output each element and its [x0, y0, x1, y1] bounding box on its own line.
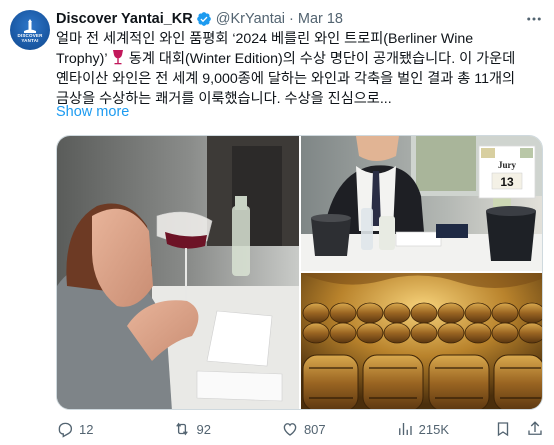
heart-icon — [283, 423, 297, 436]
like-button[interactable]: 807 — [281, 420, 326, 438]
tweet-header: Discover Yantai_KR @KrYantai · Mar 18 — [56, 9, 343, 29]
reply-icon — [58, 422, 73, 438]
header-separator: · — [289, 11, 294, 27]
display-name[interactable]: Discover Yantai_KR — [56, 11, 193, 27]
repost-button[interactable]: 92 — [173, 420, 211, 438]
reply-button[interactable]: 12 — [56, 420, 93, 438]
more-options-icon[interactable] — [524, 9, 544, 29]
action-bar: 12 92 807 215K — [56, 418, 544, 440]
photo-woman-tasting-wine[interactable] — [57, 136, 299, 410]
repost-count: 92 — [196, 421, 211, 437]
views-count: 215K — [418, 421, 450, 437]
handle[interactable]: @KrYantai — [216, 11, 285, 27]
tweet-line: 얼마 전 세계적인 와인 품평회 ‘2024 베를린 와인 트로피(Berlin… — [56, 31, 474, 47]
repost-icon — [176, 422, 189, 436]
show-more-link[interactable]: Show more — [56, 104, 129, 120]
verified-badge-icon — [196, 12, 211, 26]
jury-card-number: 13 — [500, 175, 514, 189]
post-date[interactable]: Mar 18 — [298, 11, 343, 27]
tweet-line-part: 동계 대회(Winter Edition)의 수상 명단이 공개됐습니다. 이 … — [124, 51, 516, 67]
like-count: 807 — [303, 421, 326, 437]
tweet-line: Trophy)’ 동계 대회(Winter Edition)의 수상 명단이 공… — [56, 49, 544, 69]
tweet-line: 옌타이산 와인은 전 세계 9,000종에 달하는 와인과 각축을 벌인 결과 … — [56, 71, 516, 87]
avatar-logo-text: DISCOVER YANTAI — [17, 33, 43, 43]
wine-glass-icon — [112, 50, 123, 65]
lighthouse-logo-icon — [24, 19, 36, 33]
bookmark-button[interactable] — [494, 420, 512, 438]
bookmark-icon — [497, 422, 509, 437]
photo-judge-at-table[interactable]: Jury 13 — [301, 136, 543, 271]
photo-wine-cellar-barrels[interactable] — [301, 273, 543, 410]
share-button[interactable] — [526, 420, 544, 438]
jury-card-title: Jury — [498, 160, 517, 170]
reply-count: 12 — [79, 421, 94, 437]
views-button[interactable]: 215K — [396, 420, 449, 438]
account-avatar[interactable]: DISCOVER YANTAI — [10, 10, 50, 50]
share-icon — [528, 421, 542, 435]
tweet-line-part: Trophy)’ — [56, 51, 111, 67]
views-chart-icon — [398, 423, 412, 435]
tweet-text: 얼마 전 세계적인 와인 품평회 ‘2024 베를린 와인 트로피(Berlin… — [56, 29, 544, 109]
media-grid: Jury 13 — [56, 135, 543, 410]
